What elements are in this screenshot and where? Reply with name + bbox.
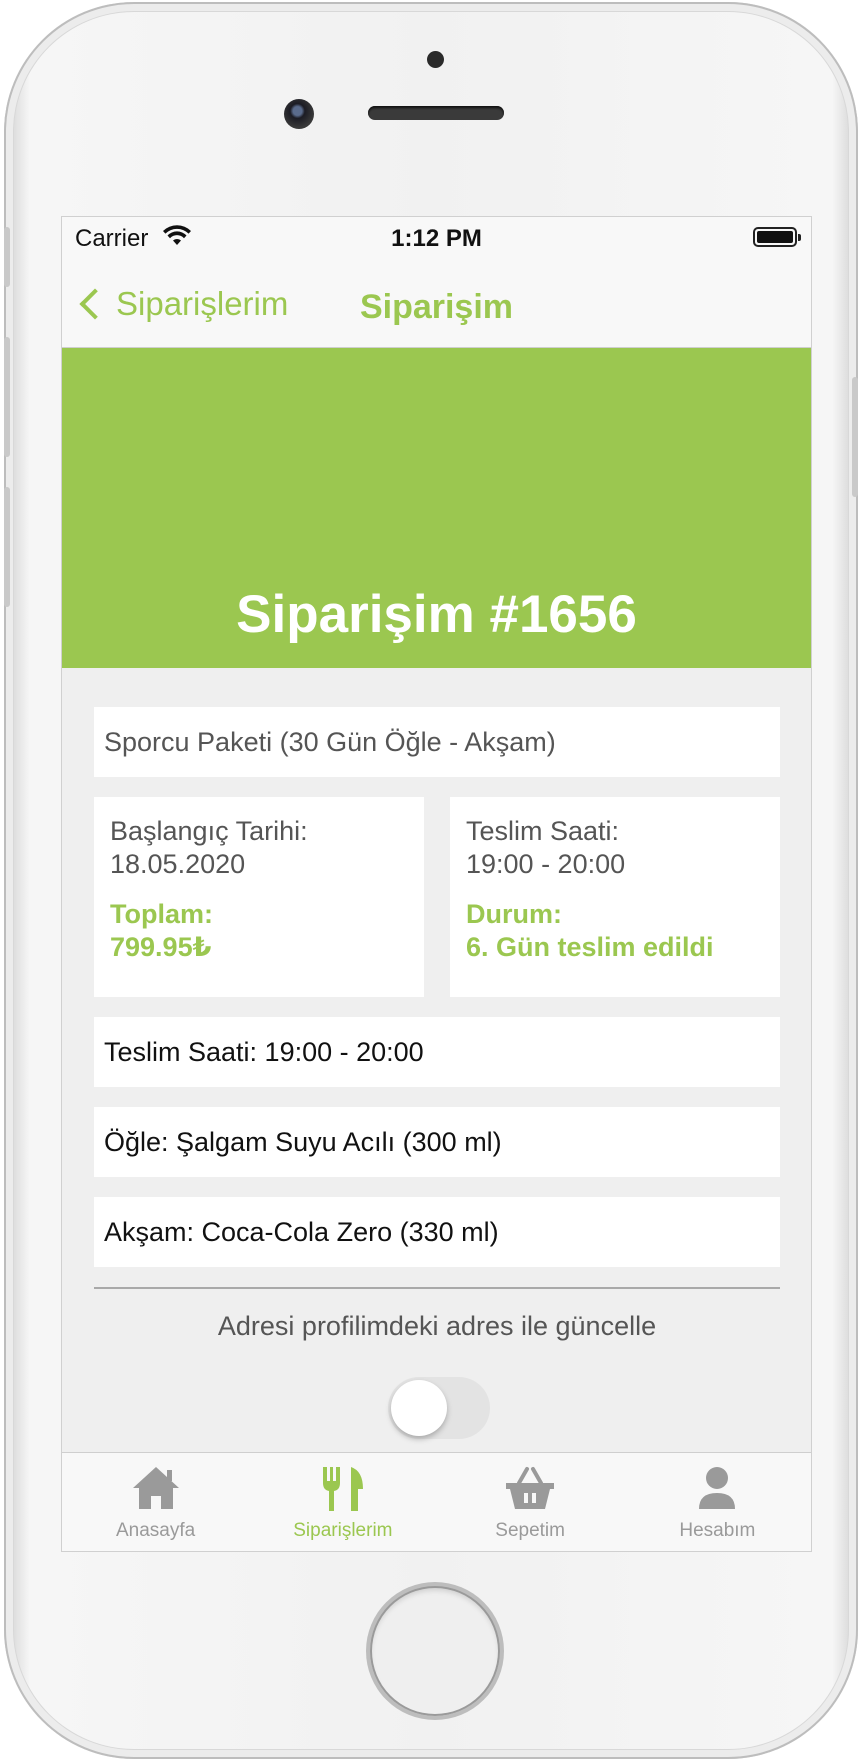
basket-icon <box>506 1467 555 1509</box>
front-camera <box>284 99 314 129</box>
tab-bar: Anasayfa Siparişlerim Sepetim Hesabım <box>62 1452 811 1551</box>
tab-label: Sepetim <box>495 1520 565 1541</box>
total-label: Toplam: <box>110 899 213 929</box>
power-button <box>852 377 858 497</box>
total-value: 799.95₺ <box>110 932 212 962</box>
toggle-knob <box>391 1380 447 1436</box>
status-time: 1:12 PM <box>391 225 482 252</box>
tab-siparislerim[interactable]: Siparişlerim <box>249 1453 436 1551</box>
mute-switch <box>4 227 10 287</box>
home-icon <box>132 1467 179 1509</box>
app-screen: Carrier 1:12 PM Siparişlerim Siparişim S… <box>61 216 812 1552</box>
delivery-time-value: 19:00 - 20:00 <box>466 849 626 879</box>
battery-icon <box>753 227 801 247</box>
tab-label: Hesabım <box>679 1520 756 1541</box>
divider <box>94 1287 780 1289</box>
start-date-value: 18.05.2020 <box>110 849 246 879</box>
tab-label: Anasayfa <box>116 1520 196 1541</box>
dinner-drink-row[interactable]: Akşam: Coca-Cola Zero (330 ml) <box>94 1197 780 1267</box>
fork-knife-icon <box>322 1467 363 1511</box>
proximity-sensor <box>427 51 444 68</box>
tab-label: Siparişlerim <box>293 1520 393 1541</box>
tab-anasayfa[interactable]: Anasayfa <box>62 1453 249 1551</box>
order-hero-banner: Siparişim #1656 <box>62 348 811 668</box>
status-label: Durum: <box>466 899 562 929</box>
order-status-card: Teslim Saati: 19:00 - 20:00 Durum: 6. Gü… <box>450 797 780 997</box>
phone-frame: Carrier 1:12 PM Siparişlerim Siparişim S… <box>4 2 858 1759</box>
delivery-time-label: Teslim Saati: <box>466 816 620 846</box>
navigation-bar: Siparişlerim Siparişim <box>62 261 811 348</box>
address-toggle-label: Adresi profilimdeki adres ile güncelle <box>217 1311 657 1341</box>
delivery-time-row[interactable]: Teslim Saati: 19:00 - 20:00 <box>94 1017 780 1087</box>
lunch-drink-row[interactable]: Öğle: Şalgam Suyu Acılı (300 ml) <box>94 1107 780 1177</box>
status-bar: Carrier 1:12 PM <box>62 217 811 261</box>
order-summary-card: Başlangıç Tarihi: 18.05.2020 Toplam: 799… <box>94 797 424 997</box>
earpiece-speaker <box>368 106 504 120</box>
user-icon <box>699 1467 736 1509</box>
address-toggle-switch[interactable] <box>388 1377 490 1439</box>
home-button[interactable] <box>370 1586 500 1716</box>
tab-sepetim[interactable]: Sepetim <box>437 1453 624 1551</box>
start-date-label: Başlangıç Tarihi: <box>110 816 308 846</box>
nav-title: Siparişim <box>359 288 514 326</box>
package-name: Sporcu Paketi (30 Gün Öğle - Akşam) <box>94 707 780 777</box>
volume-up-button <box>4 337 10 457</box>
status-value: 6. Gün teslim edildi <box>466 932 714 962</box>
tab-hesabim[interactable]: Hesabım <box>624 1453 811 1551</box>
order-title: Siparişim #1656 <box>236 585 637 644</box>
volume-down-button <box>4 487 10 607</box>
